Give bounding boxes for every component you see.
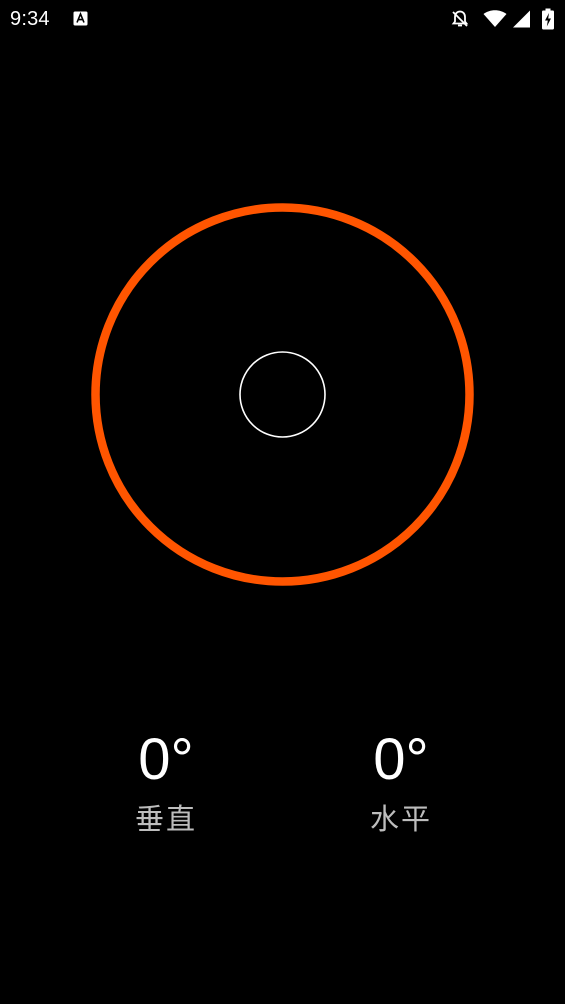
vertical-readout: 0° 垂直 — [86, 727, 246, 837]
bubble-level — [90, 202, 475, 587]
status-bar: 9:34 — [0, 0, 565, 38]
level-outer-ring — [91, 203, 474, 586]
level-graphic — [91, 203, 474, 586]
horizontal-readout: 0° 水平 — [321, 727, 481, 837]
vertical-angle-value: 0° — [138, 727, 194, 792]
app-notification-icon — [73, 11, 88, 26]
cellular-signal-icon — [512, 10, 531, 28]
level-bubble — [239, 351, 326, 438]
notifications-off-icon — [450, 9, 469, 27]
horizontal-angle-label: 水平 — [369, 802, 432, 836]
wifi-icon — [483, 10, 507, 28]
battery-charging-icon — [541, 8, 555, 30]
vertical-angle-label: 垂直 — [134, 802, 197, 836]
horizontal-angle-value: 0° — [373, 727, 429, 792]
status-time: 9:34 — [10, 8, 50, 30]
